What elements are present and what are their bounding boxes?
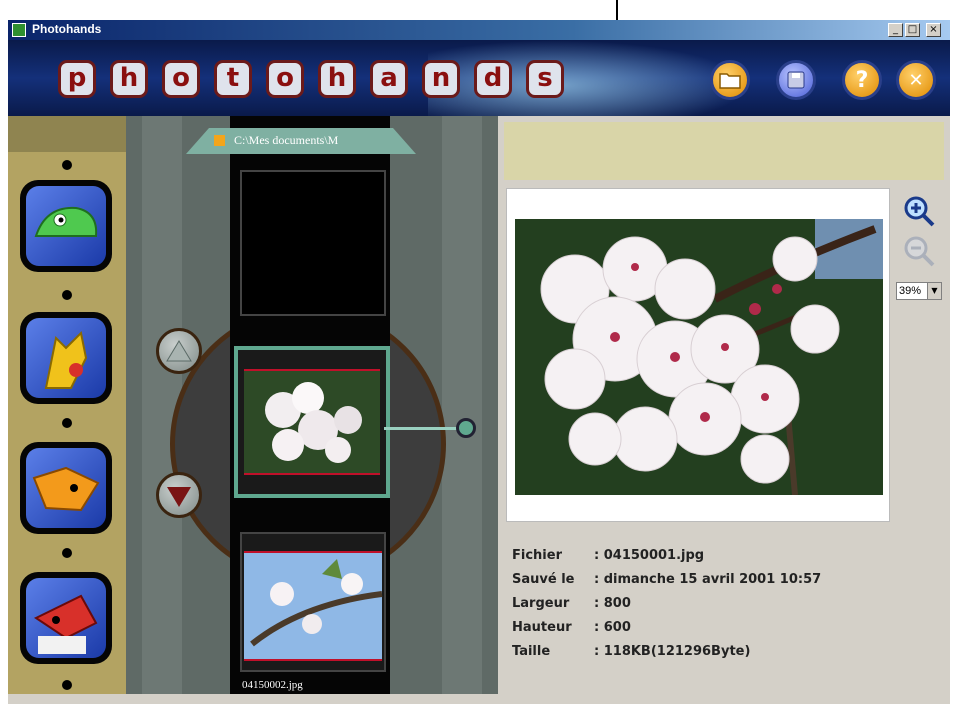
help-button[interactable]: ? [842, 60, 882, 100]
app-icon [12, 23, 26, 37]
close-icon: ✕ [908, 69, 924, 91]
floppy-disk-icon [787, 71, 805, 89]
tool-strip-header [8, 116, 126, 152]
separator-dot [62, 160, 72, 170]
arrow-up-icon [166, 340, 192, 362]
cherry-blossom-photo [515, 219, 883, 495]
open-folder-button[interactable] [710, 60, 750, 100]
folder-icon [214, 135, 225, 146]
chevron-down-icon[interactable]: ▼ [927, 283, 941, 299]
save-button[interactable] [776, 60, 816, 100]
logo-letter: o [266, 60, 304, 98]
bird-icon [33, 594, 98, 654]
info-value-height: : 600 [594, 620, 631, 635]
kangaroo-icon [44, 330, 88, 389]
tool-button-chameleon[interactable] [20, 180, 112, 272]
folder-icon [719, 73, 741, 89]
thumbnail-image [242, 534, 384, 670]
status-bar [8, 694, 950, 704]
window-title: Photohands [32, 22, 102, 36]
zoom-out-icon [904, 236, 935, 267]
close-window-button[interactable]: × [926, 23, 941, 37]
question-icon: ? [855, 67, 869, 93]
zoom-level-value: 39% [899, 285, 922, 297]
film-frame-selected[interactable] [234, 346, 390, 498]
preview-header [504, 122, 944, 180]
chameleon-icon [34, 206, 98, 237]
exit-button[interactable]: ✕ [896, 60, 936, 100]
preview-image[interactable] [515, 219, 883, 495]
logo-letter: a [370, 60, 408, 98]
panel-stripe [442, 116, 482, 694]
logo-letter: p [58, 60, 96, 98]
logo-letter: n [422, 60, 460, 98]
zoom-in-icon [904, 196, 935, 227]
tool-button-kangaroo[interactable] [20, 312, 112, 404]
info-value-file: : 04150001.jpg [594, 548, 705, 563]
info-value-saved: : dimanche 15 avril 2001 10:57 [594, 572, 822, 587]
zoom-level-select[interactable]: 39% ▼ [896, 282, 942, 300]
separator-dot [62, 680, 72, 690]
info-label-saved: Sauvé le [512, 572, 575, 587]
scroll-down-button[interactable] [156, 472, 202, 518]
info-label-size: Taille [512, 644, 551, 659]
film-frame-empty[interactable] [240, 170, 386, 316]
arrow-down-icon [167, 487, 191, 507]
fox-icon [32, 466, 100, 512]
frame-filename: 04150002.jpg [242, 679, 303, 691]
film-strip-panel: C:\Mes documents\M 04150002.jpg [126, 116, 498, 694]
separator-dot [62, 418, 72, 428]
info-label-height: Hauteur [512, 620, 572, 635]
film-strip[interactable] [230, 116, 390, 694]
info-label-width: Largeur [512, 596, 570, 611]
tool-button-bird[interactable] [20, 572, 112, 664]
tool-button-fox[interactable] [20, 442, 112, 534]
tool-strip [8, 116, 126, 694]
logo-letter: h [318, 60, 356, 98]
banner: p h o t o h a n d s ? ✕ [8, 40, 950, 116]
logo-letter: o [162, 60, 200, 98]
zoom-out-button[interactable] [902, 234, 936, 268]
info-value-size: : 118KB(121296Byte) [594, 644, 751, 659]
separator-dot [62, 290, 72, 300]
preview-box [506, 188, 890, 522]
maximize-button[interactable]: □ [905, 23, 920, 37]
logo-letter: t [214, 60, 252, 98]
selection-connector [384, 427, 464, 430]
preview-panel: 39% ▼ Fichier Sauvé le Largeur Hauteur T… [498, 116, 950, 694]
thumbnail-image [238, 350, 386, 494]
info-value-width: : 800 [594, 596, 631, 611]
logo-letter: h [110, 60, 148, 98]
logo-letter: d [474, 60, 512, 98]
selection-knob[interactable] [456, 418, 476, 438]
info-label-file: Fichier [512, 548, 562, 563]
zoom-in-button[interactable] [902, 194, 936, 228]
separator-dot [62, 548, 72, 558]
minimize-button[interactable]: _ [888, 23, 903, 37]
logo-letter: s [526, 60, 564, 98]
title-bar[interactable]: Photohands _ □ × [8, 20, 950, 40]
film-frame[interactable] [240, 532, 386, 672]
folder-path-label: C:\Mes documents\M [234, 133, 339, 147]
scroll-up-button[interactable] [156, 328, 202, 374]
